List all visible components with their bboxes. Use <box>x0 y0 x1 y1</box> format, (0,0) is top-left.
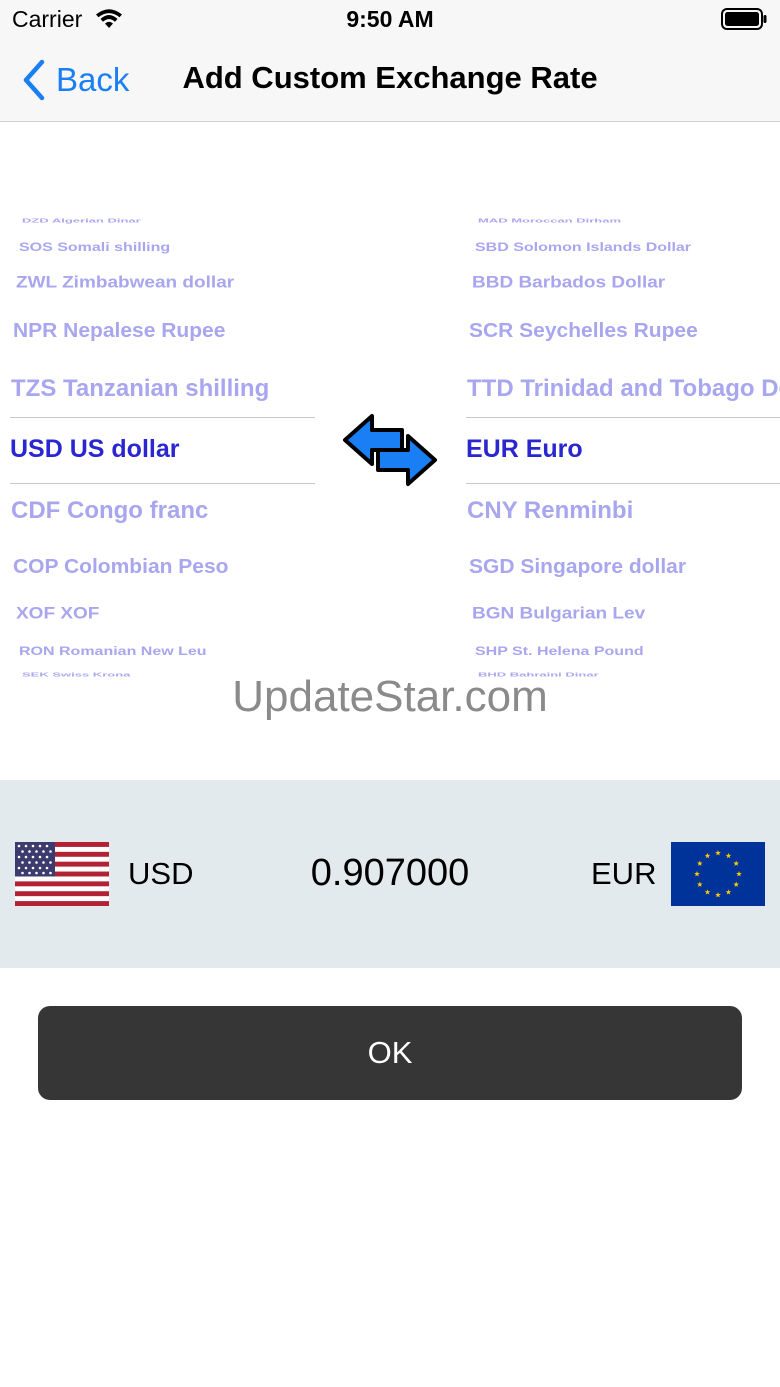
picker-item[interactable]: BGN Bulgarian Lev <box>472 604 645 623</box>
to-currency-code: EUR <box>591 856 657 891</box>
picker-item[interactable]: DZD Algerian Dinar <box>22 217 141 224</box>
picker-item[interactable]: CDF Congo franc <box>11 497 208 525</box>
picker-selection-bottom-line <box>10 483 315 484</box>
picker-item[interactable]: SCR Seychelles Rupee <box>469 319 698 342</box>
picker-item[interactable]: SGD Singapore dollar <box>469 555 686 578</box>
picker-item[interactable]: TTD Trinidad and Tobago Dollar <box>467 375 780 403</box>
picker-selection-bottom-line <box>466 483 780 484</box>
picker-item[interactable]: BBD Barbados Dollar <box>472 273 665 292</box>
picker-item[interactable]: MAD Moroccan Dirham <box>478 217 621 224</box>
picker-item[interactable]: SOS Somali shilling <box>19 242 170 255</box>
back-button[interactable]: Back <box>20 56 129 104</box>
picker-selected-item[interactable]: EUR Euro <box>466 435 583 464</box>
from-currency-picker[interactable]: DZD Algerian Dinar SOS Somali shilling ZWL… <box>10 205 315 685</box>
picker-item[interactable]: CNY Renminbi <box>467 497 633 525</box>
navigation-bar: Back Add Custom Exchange Rate <box>0 40 780 122</box>
eu-flag-icon <box>671 842 765 906</box>
picker-item[interactable]: COP Colombian Peso <box>13 555 229 578</box>
picker-item[interactable]: XOF XOF <box>16 604 99 623</box>
exchange-rate-panel: USD 0.907000 EUR <box>0 780 780 968</box>
picker-item[interactable]: TZS Tanzanian shilling <box>11 375 269 403</box>
swap-arrows-icon[interactable] <box>340 410 440 490</box>
battery-icon <box>721 8 767 30</box>
to-currency-picker[interactable]: MAD Moroccan Dirham SBD Solomon Islands D… <box>466 205 780 685</box>
picker-item[interactable]: SBD Solomon Islands Dollar <box>475 242 691 255</box>
exchange-rate-value[interactable]: 0.907000 <box>0 852 780 895</box>
picker-item[interactable]: SHP St. Helena Pound <box>475 646 644 659</box>
picker-selection-top-line <box>10 417 315 418</box>
status-bar: Carrier 9:50 AM <box>0 0 780 40</box>
picker-selection-top-line <box>466 417 780 418</box>
watermark: UpdateStar.com <box>232 672 548 721</box>
picker-item[interactable]: RON Romanian New Leu <box>19 646 207 659</box>
back-label: Back <box>56 61 130 98</box>
picker-item[interactable]: ZWL Zimbabwean dollar <box>16 273 234 292</box>
ok-button[interactable]: OK <box>38 1006 742 1100</box>
back-chevron-icon <box>23 59 45 101</box>
picker-selected-item[interactable]: USD US dollar <box>10 435 179 464</box>
picker-item[interactable]: NPR Nepalese Rupee <box>13 319 225 342</box>
clock-time: 9:50 AM <box>346 6 434 32</box>
page-title: Add Custom Exchange Rate <box>182 60 598 95</box>
